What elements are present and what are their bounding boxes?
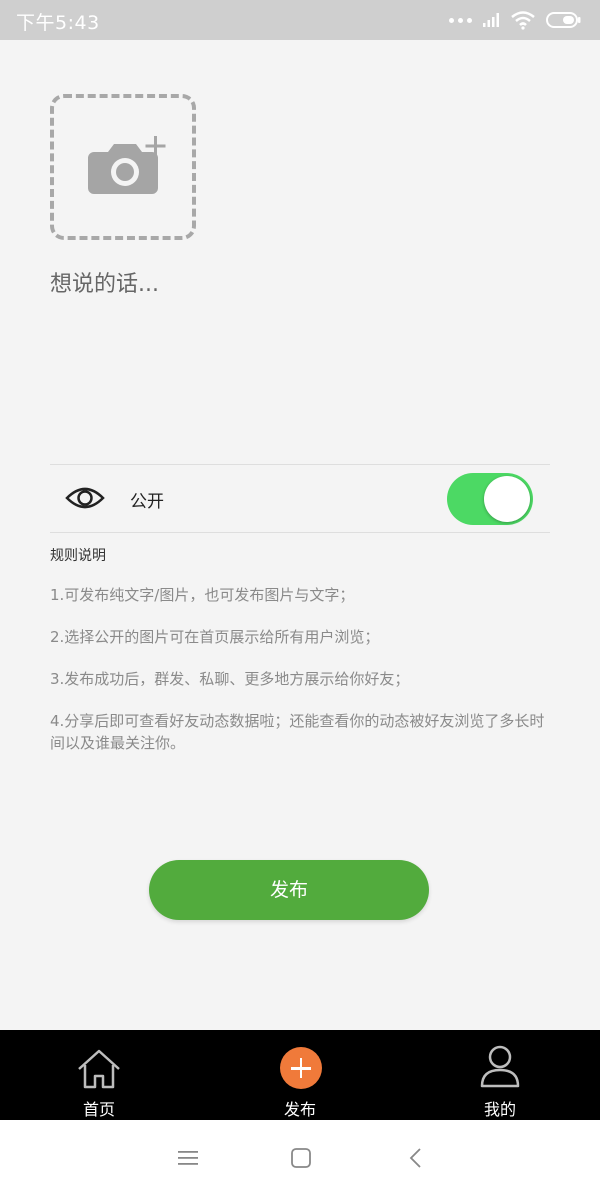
- rule-item: 1.可发布纯文字/图片，也可发布图片与文字；: [50, 586, 355, 604]
- status-bar: 下午5:43: [0, 0, 600, 40]
- status-icons: [449, 9, 582, 31]
- tab-home-label: 首页: [82, 1100, 115, 1119]
- tab-bar: 首页 发布 我的: [0, 1030, 600, 1120]
- tab-publish-label: 发布: [283, 1100, 316, 1119]
- system-nav-bar: [0, 1120, 600, 1200]
- status-time: 下午5:43: [16, 12, 100, 34]
- rules-title: 规则说明: [50, 548, 106, 564]
- tab-home[interactable]: 首页: [39, 1030, 159, 1120]
- rule-item: 4.分享后即可查看好友动态数据啦；还能查看你的动态被好友浏览了多长时间以及谁最关…: [50, 712, 545, 752]
- battery-icon: [546, 12, 581, 28]
- home-icon: [78, 1049, 120, 1089]
- menu-icon[interactable]: [177, 1147, 199, 1169]
- rule-item: 2.选择公开的图片可在首页展示给所有用户浏览；: [50, 628, 380, 646]
- plus-circle-icon: [280, 1047, 322, 1089]
- signal-icon: [483, 13, 499, 27]
- rule-item: 3.发布成功后，群发、私聊、更多地方展示给你好友；: [50, 670, 410, 688]
- back-icon[interactable]: [405, 1147, 427, 1169]
- tab-me-label: 我的: [483, 1100, 516, 1119]
- camera-add-icon: [88, 136, 166, 194]
- visibility-row: 公开: [50, 465, 550, 532]
- add-photo-button[interactable]: [50, 94, 196, 240]
- toggle-knob: [484, 476, 530, 522]
- user-icon: [480, 1045, 520, 1088]
- message-input[interactable]: 想说的话...: [50, 266, 159, 298]
- tab-me[interactable]: 我的: [440, 1030, 560, 1120]
- home-square-icon[interactable]: [290, 1147, 312, 1169]
- tab-publish[interactable]: 发布: [240, 1030, 360, 1120]
- more-dots-icon: [449, 17, 472, 23]
- eye-icon: [65, 487, 105, 509]
- rules-list: 1.可发布纯文字/图片，也可发布图片与文字； 2.选择公开的图片可在首页展示给所…: [50, 584, 550, 774]
- divider-bottom: [50, 532, 550, 533]
- visibility-label: 公开: [130, 492, 164, 512]
- public-toggle[interactable]: [447, 473, 533, 525]
- publish-button[interactable]: 发布: [149, 860, 429, 920]
- wifi-icon: [511, 11, 535, 30]
